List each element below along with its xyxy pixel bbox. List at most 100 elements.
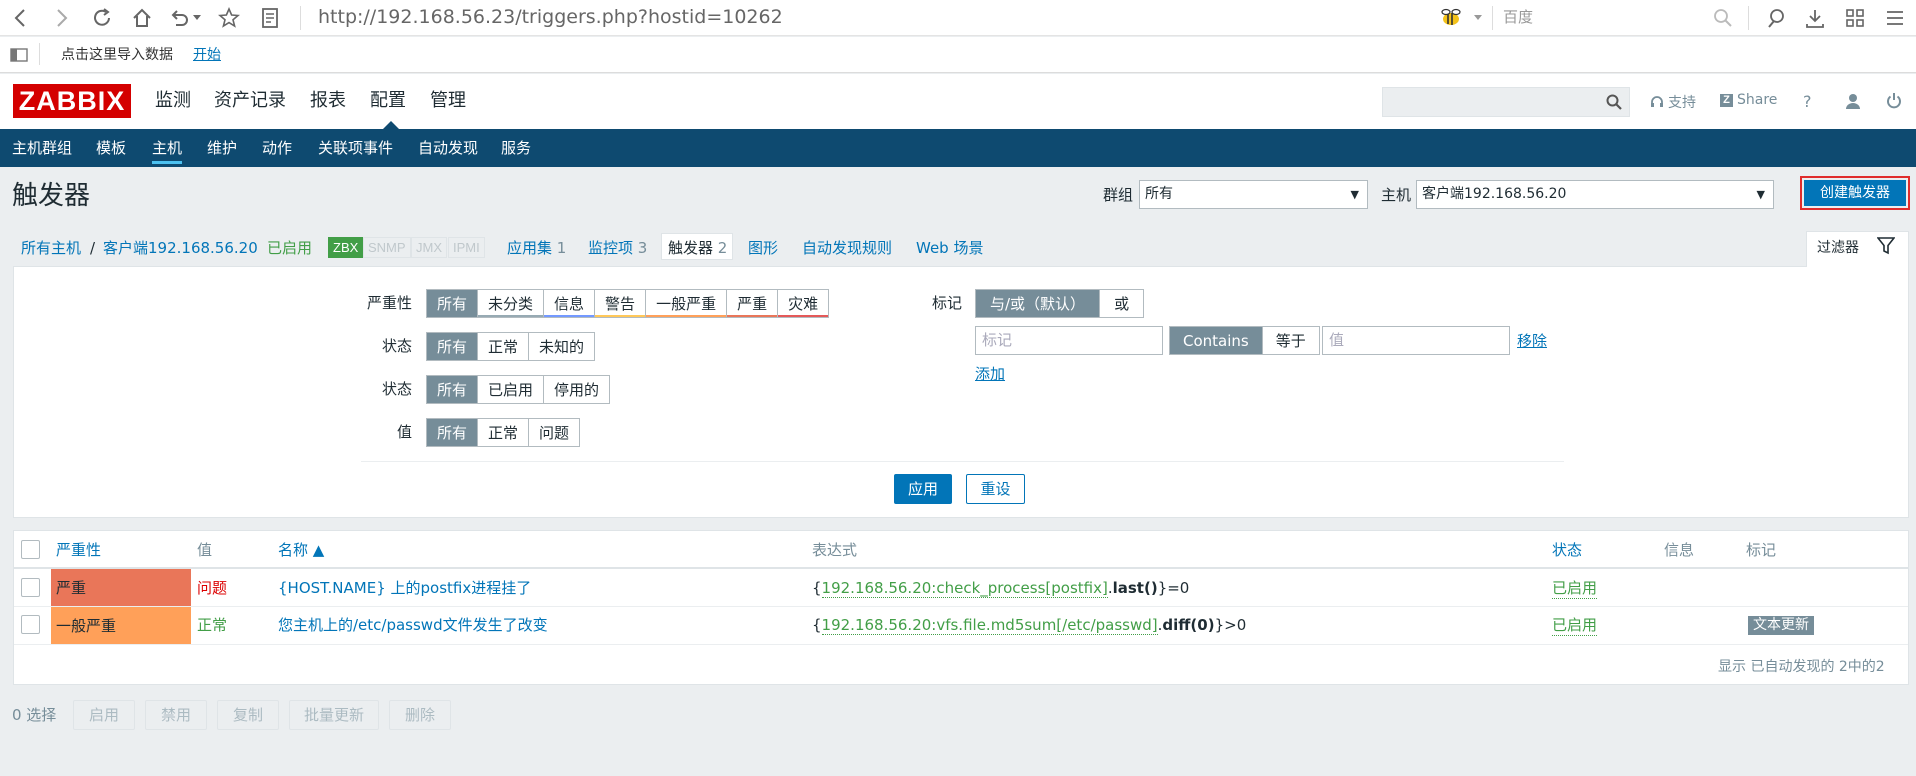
refresh-icon[interactable]: [89, 5, 115, 31]
host-status-enabled[interactable]: 已启用: [267, 238, 312, 258]
forward-icon[interactable]: [48, 5, 74, 31]
filter-apply-button[interactable]: 应用: [894, 474, 952, 504]
state-unknown[interactable]: 未知的: [529, 333, 594, 360]
severity-average[interactable]: 一般严重: [646, 290, 728, 317]
search-icon[interactable]: [1606, 94, 1622, 110]
bee-icon[interactable]: [1438, 5, 1464, 31]
download-icon[interactable]: [1802, 5, 1828, 31]
items-link[interactable]: 监控项 3: [588, 238, 647, 258]
state-all[interactable]: 所有: [427, 333, 479, 360]
undo-icon[interactable]: [166, 5, 192, 31]
value-all[interactable]: 所有: [427, 419, 479, 446]
triggers-tab[interactable]: 触发器 2: [668, 238, 727, 258]
browser-search-input[interactable]: 百度: [1503, 6, 1533, 28]
tags-mode-and-or[interactable]: 与/或（默认）: [976, 290, 1101, 317]
tools-icon[interactable]: [1764, 5, 1790, 31]
severity-high[interactable]: 严重: [727, 290, 779, 317]
tags-mode-or[interactable]: 或: [1100, 290, 1143, 317]
value-ok[interactable]: 正常: [478, 419, 530, 446]
severity-warning[interactable]: 警告: [595, 290, 647, 317]
host-link[interactable]: 客户端192.168.56.20: [103, 238, 258, 258]
col-status[interactable]: 状态: [1552, 540, 1582, 560]
severity-disaster[interactable]: 灾难: [778, 290, 828, 317]
menu-reports[interactable]: 报表: [310, 90, 346, 112]
create-trigger-button[interactable]: 创建触发器: [1800, 176, 1910, 210]
severity-information[interactable]: 信息: [544, 290, 596, 317]
tag-remove-link[interactable]: 移除: [1517, 331, 1547, 351]
share-link[interactable]: Z Share: [1720, 92, 1777, 108]
col-info: 信息: [1664, 541, 1695, 559]
tag-operator-contains[interactable]: Contains: [1170, 327, 1263, 354]
mass-update-button[interactable]: 批量更新: [289, 700, 379, 730]
menu-icon[interactable]: [1882, 5, 1908, 31]
menu-configuration[interactable]: 配置: [370, 90, 406, 112]
severity-not-classified[interactable]: 未分类: [478, 290, 545, 317]
submenu-templates[interactable]: 模板: [96, 139, 126, 157]
support-link[interactable]: 支持: [1650, 92, 1696, 112]
expr-brace: {: [812, 579, 822, 597]
mass-enable-button[interactable]: 启用: [73, 700, 135, 730]
tag-name-input[interactable]: 标记: [975, 326, 1163, 355]
sidebar-toggle-icon[interactable]: [10, 48, 28, 62]
back-icon[interactable]: [8, 5, 34, 31]
mass-disable-button[interactable]: 禁用: [145, 700, 207, 730]
applications-link[interactable]: 应用集 1: [507, 238, 566, 258]
submenu-correlation[interactable]: 关联项事件: [318, 139, 393, 157]
status-enabled[interactable]: 已启用: [478, 376, 545, 403]
sign-out-icon[interactable]: [1886, 92, 1902, 109]
submenu-discovery[interactable]: 自动发现: [418, 139, 478, 157]
trigger-name-link[interactable]: {HOST.NAME} 上的postfix进程挂了: [278, 578, 531, 598]
col-severity[interactable]: 严重性: [56, 540, 101, 560]
expr-item-link[interactable]: 192.168.56.20:check_process[postfix]: [821, 579, 1108, 598]
copy-button[interactable]: 复制: [217, 700, 279, 730]
row-checkbox[interactable]: [21, 615, 40, 634]
browser-search-icon[interactable]: [1710, 5, 1736, 31]
trigger-tag-badge[interactable]: 文本更新: [1748, 616, 1814, 635]
group-select[interactable]: 所有 ▼: [1139, 180, 1368, 209]
global-search-input[interactable]: [1382, 87, 1630, 117]
trigger-status-link[interactable]: 已启用: [1552, 578, 1598, 599]
trigger-status-link[interactable]: 已启用: [1552, 615, 1598, 636]
row-checkbox[interactable]: [21, 578, 40, 597]
submenu-actions[interactable]: 动作: [262, 139, 292, 157]
discovery-rules-link[interactable]: 自动发现规则: [802, 238, 892, 258]
host-select[interactable]: 客户端192.168.56.20 ▼: [1416, 180, 1774, 209]
trigger-name-link[interactable]: 您主机上的/etc/passwd文件发生了改变: [278, 615, 548, 635]
menu-inventory[interactable]: 资产记录: [214, 90, 286, 112]
tag-operator-equals[interactable]: 等于: [1263, 327, 1319, 354]
engine-dropdown-icon[interactable]: [1470, 5, 1486, 31]
delete-button[interactable]: 删除: [389, 700, 451, 730]
tag-add-link[interactable]: 添加: [975, 364, 1005, 384]
submenu-maintenance[interactable]: 维护: [207, 139, 237, 157]
submenu-services[interactable]: 服务: [501, 139, 531, 157]
select-all-checkbox[interactable]: [21, 540, 40, 559]
submenu-hosts[interactable]: 主机: [152, 139, 182, 157]
menu-monitoring[interactable]: 监测: [155, 90, 191, 112]
help-icon[interactable]: ?: [1803, 92, 1812, 111]
undo-dropdown-icon[interactable]: [190, 5, 204, 31]
tag-value-input[interactable]: 值: [1322, 326, 1510, 355]
user-profile-icon[interactable]: [1845, 93, 1861, 109]
graphs-link[interactable]: 图形: [748, 238, 778, 258]
apps-icon[interactable]: [1842, 5, 1868, 31]
row-divider: [14, 606, 1908, 607]
col-name[interactable]: 名称 ▲: [278, 540, 324, 560]
filter-reset-button[interactable]: 重设: [966, 474, 1025, 504]
menu-administration[interactable]: 管理: [430, 90, 466, 112]
star-icon[interactable]: [216, 5, 242, 31]
all-hosts-link[interactable]: 所有主机: [21, 238, 81, 258]
value-problem[interactable]: 问题: [529, 419, 579, 446]
status-disabled[interactable]: 停用的: [544, 376, 609, 403]
submenu-host-groups[interactable]: 主机群组: [12, 139, 72, 157]
home-icon[interactable]: [129, 5, 155, 31]
bookmark-start-link[interactable]: 开始: [193, 45, 221, 65]
expr-item-link[interactable]: 192.168.56.20:vfs.file.md5sum[/etc/passw…: [821, 616, 1158, 635]
web-scenarios-link[interactable]: Web 场景: [916, 238, 983, 258]
reader-icon[interactable]: [257, 5, 283, 31]
severity-all[interactable]: 所有: [427, 290, 479, 317]
status-all[interactable]: 所有: [427, 376, 479, 403]
items-label: 监控项: [588, 239, 634, 257]
state-normal[interactable]: 正常: [478, 333, 530, 360]
zabbix-logo[interactable]: ZABBIX: [13, 84, 131, 118]
address-bar[interactable]: http://192.168.56.23/triggers.php?hostid…: [318, 3, 783, 31]
